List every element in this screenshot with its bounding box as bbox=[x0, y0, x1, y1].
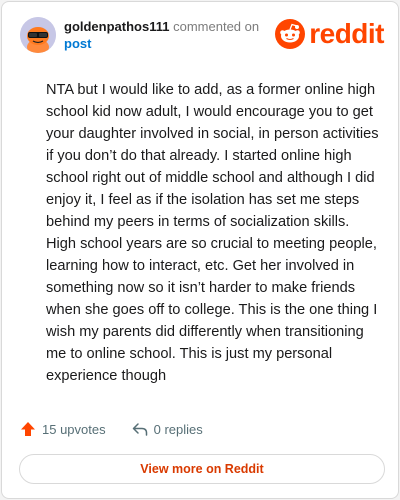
upvote-arrow-icon bbox=[21, 422, 35, 436]
view-more-button[interactable]: View more on Reddit bbox=[19, 454, 385, 484]
embed-card: goldenpathos111 commented on post reddit… bbox=[1, 1, 399, 499]
reply-arrow-icon bbox=[132, 423, 147, 436]
user-avatar[interactable] bbox=[20, 17, 56, 53]
upvote-count: 15 upvotes bbox=[42, 421, 106, 437]
comment-body: NTA but I would like to add, as a former… bbox=[46, 82, 379, 384]
reddit-logo[interactable]: reddit bbox=[275, 19, 384, 49]
post-link[interactable]: post bbox=[64, 35, 264, 52]
comment-actions: 15 upvotes 0 replies bbox=[20, 418, 229, 440]
reply-count: 0 replies bbox=[153, 421, 203, 437]
replies-button[interactable]: 0 replies bbox=[132, 421, 203, 437]
reddit-wordmark: reddit bbox=[309, 18, 384, 49]
upvote-button[interactable]: 15 upvotes bbox=[20, 421, 106, 437]
action-text: commented on bbox=[173, 19, 260, 34]
reddit-snoo-icon bbox=[275, 19, 306, 49]
comment-meta: goldenpathos111 commented on post bbox=[64, 18, 264, 52]
username[interactable]: goldenpathos111 bbox=[64, 19, 169, 34]
comment-header: goldenpathos111 commented on post reddit bbox=[20, 17, 384, 57]
avatar-snoo-icon bbox=[20, 17, 56, 53]
